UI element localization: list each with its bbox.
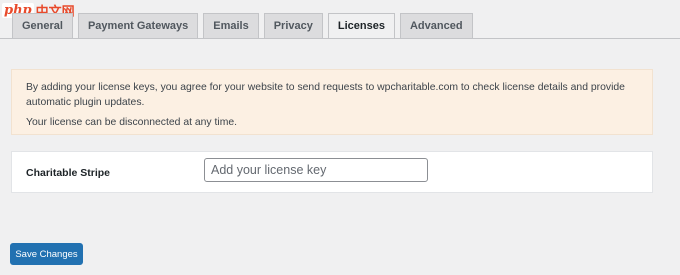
license-key-input[interactable] [204, 158, 428, 182]
tab-payment-gateways[interactable]: Payment Gateways [77, 13, 199, 38]
notice-disconnect-text: Your license can be disconnected at any … [26, 117, 238, 128]
tab-general[interactable]: General [12, 13, 73, 38]
tab-licenses[interactable]: Licenses [327, 13, 395, 39]
tabs-divider [0, 38, 680, 39]
settings-tabs: General Payment Gateways Emails Privacy … [12, 13, 473, 39]
notice-text: By adding your license keys, you agree f… [26, 82, 625, 108]
save-changes-button[interactable]: Save Changes [10, 243, 83, 265]
tab-privacy[interactable]: Privacy [263, 13, 323, 38]
license-notice: By adding your license keys, you agree f… [11, 69, 653, 135]
license-label: Charitable Stripe [26, 167, 111, 179]
tab-emails[interactable]: Emails [203, 13, 259, 38]
tab-advanced[interactable]: Advanced [399, 13, 473, 38]
license-panel: Charitable Stripe [11, 151, 653, 193]
